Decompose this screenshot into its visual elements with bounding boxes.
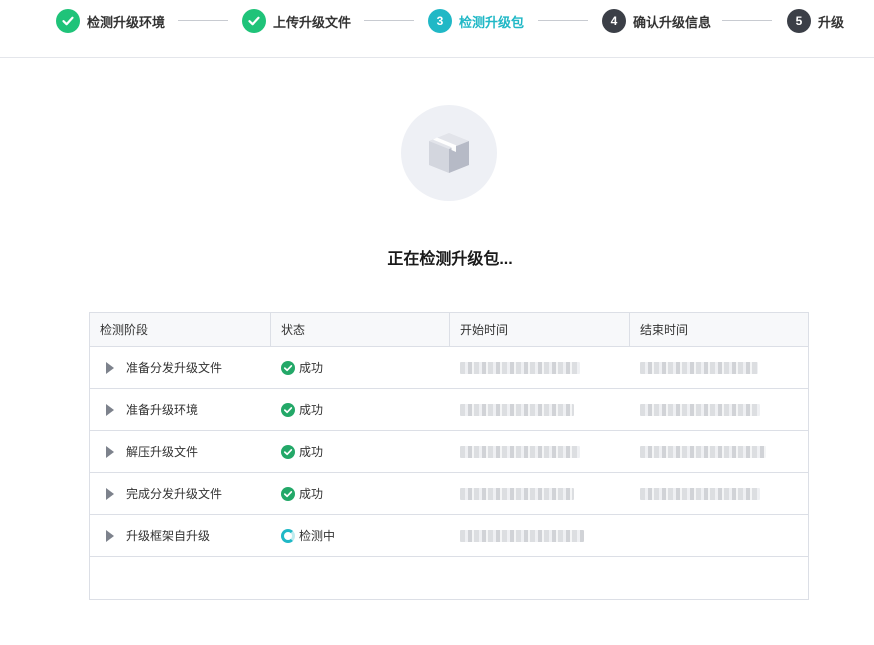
start-time-masked bbox=[460, 445, 580, 458]
step-5: 5 升级 bbox=[787, 9, 844, 33]
step-label: 检测升级环境 bbox=[87, 14, 166, 30]
step-3: 3 检测升级包 bbox=[428, 9, 524, 33]
step-connector bbox=[722, 20, 772, 21]
upgrade-stepper: 检测升级环境 上传升级文件 3 检测升级包 4 确认升级信息 5 升级 bbox=[0, 0, 874, 58]
end-time-masked bbox=[640, 361, 758, 374]
stage-name: 升级框架自升级 bbox=[126, 529, 211, 543]
step-connector bbox=[364, 20, 414, 21]
step-4: 4 确认升级信息 bbox=[602, 9, 711, 33]
start-time-masked bbox=[460, 529, 584, 542]
status-text: 成功 bbox=[299, 361, 324, 375]
step-2: 上传升级文件 bbox=[242, 9, 351, 33]
expand-arrow-icon[interactable] bbox=[106, 529, 114, 542]
table-row: 准备分发升级文件 成功 bbox=[90, 347, 808, 389]
stage-name: 完成分发升级文件 bbox=[126, 487, 223, 501]
expand-arrow-icon[interactable] bbox=[106, 487, 114, 500]
start-time-masked bbox=[460, 487, 574, 500]
end-time-masked bbox=[640, 445, 766, 458]
package-box-icon bbox=[429, 133, 469, 173]
stage-name: 准备分发升级文件 bbox=[126, 361, 223, 375]
success-check-icon bbox=[281, 486, 295, 501]
detection-table: 检测阶段 状态 开始时间 结束时间 准备分发升级文件 成功 准备升级环境 成功 bbox=[89, 312, 809, 600]
step-number: 3 bbox=[428, 9, 452, 33]
expand-arrow-icon[interactable] bbox=[106, 403, 114, 416]
column-header: 检测阶段 bbox=[90, 313, 271, 347]
expand-arrow-icon[interactable] bbox=[106, 445, 114, 458]
start-time-masked bbox=[460, 361, 580, 374]
column-header: 状态 bbox=[271, 313, 450, 347]
stage-name: 解压升级文件 bbox=[126, 445, 199, 459]
table-row: 完成分发升级文件 成功 bbox=[90, 473, 808, 515]
step-label: 升级 bbox=[818, 14, 845, 30]
step-number: 5 bbox=[787, 9, 811, 33]
step-connector bbox=[538, 20, 588, 21]
end-time-masked bbox=[640, 487, 760, 500]
success-check-icon bbox=[281, 402, 295, 417]
column-header: 开始时间 bbox=[450, 313, 630, 347]
step-label: 上传升级文件 bbox=[273, 14, 352, 30]
table-header: 检测阶段 状态 开始时间 结束时间 bbox=[90, 313, 808, 347]
step-connector bbox=[178, 20, 228, 21]
success-check-icon bbox=[281, 444, 295, 459]
table-row: 准备升级环境 成功 bbox=[90, 389, 808, 431]
table-row: 解压升级文件 成功 bbox=[90, 431, 808, 473]
table-row: 升级框架自升级 检测中 bbox=[90, 515, 808, 557]
column-header: 结束时间 bbox=[640, 323, 689, 337]
status-text: 检测中 bbox=[299, 529, 336, 543]
status-text: 成功 bbox=[299, 445, 324, 459]
success-check-icon bbox=[281, 360, 295, 375]
start-time-masked bbox=[460, 403, 574, 416]
step-label: 确认升级信息 bbox=[633, 14, 712, 30]
step-check-icon bbox=[56, 9, 80, 33]
loading-spinner-icon bbox=[281, 528, 295, 543]
package-illustration bbox=[401, 105, 497, 201]
step-1: 检测升级环境 bbox=[56, 9, 165, 33]
stage-name: 准备升级环境 bbox=[126, 403, 199, 417]
page-title: 正在检测升级包... bbox=[387, 251, 513, 268]
status-text: 成功 bbox=[299, 403, 324, 417]
step-number: 4 bbox=[602, 9, 626, 33]
end-time-masked bbox=[640, 403, 760, 416]
step-label: 检测升级包 bbox=[459, 14, 525, 30]
expand-arrow-icon[interactable] bbox=[106, 361, 114, 374]
step-check-icon bbox=[242, 9, 266, 33]
status-text: 成功 bbox=[299, 487, 324, 501]
